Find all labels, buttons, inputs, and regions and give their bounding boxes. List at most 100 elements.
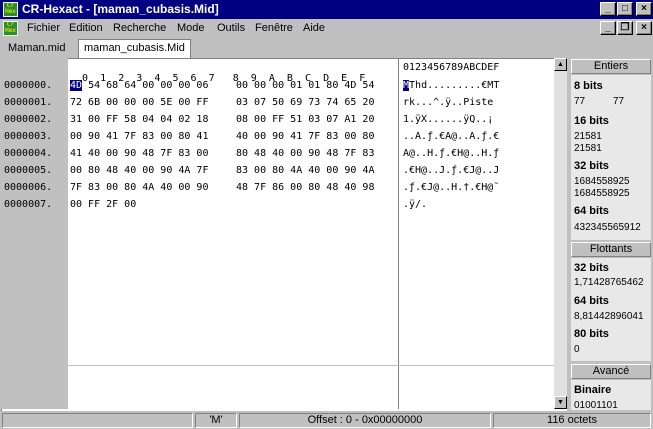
bits16-value-b: 21581: [574, 143, 602, 154]
flottants-header[interactable]: Flottants: [571, 242, 651, 257]
status-offset: Offset : 0 - 0x00000000: [239, 413, 491, 428]
close-button[interactable]: ×: [636, 2, 652, 16]
ascii-text[interactable]: Thd.........€MT: [409, 80, 499, 91]
hex-bytes[interactable]: 7F 83 00 80 4A 40 00 90: [70, 182, 208, 199]
ascii-text[interactable]: .ƒ.€J@..H.†.€H@˜: [403, 182, 499, 199]
row-address: 0000004.: [4, 148, 53, 159]
hex-bytes[interactable]: 00 00 00 01 01 80 4D 54: [236, 80, 374, 97]
window-title: CR-Hexact - [maman_cubasis.Mid]: [22, 2, 219, 16]
table-row[interactable]: 0000001.: [4, 97, 52, 114]
document-icon[interactable]: Cr Hex: [3, 21, 18, 36]
hex-rows: 0000000. 0000001. 0000002. 0000003. 0000…: [4, 80, 52, 216]
bits64-value: 432345565912: [574, 222, 641, 233]
table-row[interactable]: 0000004.: [4, 148, 52, 165]
row-address: 0000002.: [4, 114, 53, 125]
table-row[interactable]: 0000002.: [4, 114, 52, 131]
scroll-up-button[interactable]: ▲: [554, 58, 567, 71]
tab-maman-mid[interactable]: Maman.mid: [3, 40, 70, 57]
row-address: 0000001.: [4, 97, 53, 108]
table-row[interactable]: 0000007.: [4, 199, 52, 216]
bits32-value-a: 1684558925: [574, 176, 630, 187]
binaire-value: 01001101: [574, 400, 618, 410]
row-address: 0000006.: [4, 182, 53, 193]
bits8-value-a: 77: [574, 96, 586, 107]
hex-bytes-right[interactable]: 00 00 00 01 01 80 4D 54 03 07 50 69 73 7…: [236, 80, 374, 216]
hex-bytes[interactable]: 54 68 64 00 00 00 06: [82, 80, 208, 91]
table-row[interactable]: 0000000.: [4, 80, 52, 97]
hex-bytes[interactable]: 40 00 90 41 7F 83 00 80: [236, 131, 374, 148]
flottants-body: 32 bits 1,71428765462 64 bits 8,81442896…: [571, 258, 651, 361]
hex-bytes-left[interactable]: 4D 54 68 64 00 00 00 06 72 6B 00 00 00 5…: [70, 80, 208, 216]
hex-bytes[interactable]: [236, 199, 374, 216]
menu-recherche[interactable]: Recherche: [113, 22, 166, 34]
f80-label: 80 bits: [574, 328, 609, 340]
table-row[interactable]: 0000003.: [4, 131, 52, 148]
avance-body: Binaire 01001101: [571, 380, 651, 410]
hex-bytes[interactable]: 03 07 50 69 73 74 65 20: [236, 97, 374, 114]
ascii-text[interactable]: 1.ÿX......ÿQ..¡: [403, 114, 499, 131]
hex-bytes[interactable]: 00 90 41 7F 83 00 80 41: [70, 131, 208, 148]
menu-fichier[interactable]: Fichier: [27, 22, 60, 34]
maximize-button[interactable]: □: [617, 2, 633, 16]
bits8-label: 8 bits: [574, 80, 603, 92]
bits16-label: 16 bits: [574, 115, 609, 127]
menu-aide[interactable]: Aide: [303, 22, 325, 34]
status-mode: 'M': [195, 413, 237, 428]
hex-column-header: 0 1 2 3 4 5 6 7 8 9 A B C D E F: [82, 73, 366, 84]
ascii-column-header: 0123456789ABCDEF: [403, 62, 500, 73]
doc-close-button[interactable]: ×: [636, 21, 652, 35]
ascii-text[interactable]: .€H@..J.ƒ.€J@..J: [403, 165, 499, 182]
f64-value: 8,81442896041: [574, 311, 644, 322]
ascii-pane[interactable]: MThd.........€MT rk...^.ÿ..Piste 1.ÿX...…: [403, 80, 499, 216]
f32-label: 32 bits: [574, 262, 609, 274]
ascii-text[interactable]: rk...^.ÿ..Piste: [403, 97, 499, 114]
hex-ascii-divider: [398, 58, 399, 409]
bits32-value-b: 1684558925: [574, 188, 630, 199]
hex-bytes[interactable]: 00 80 48 40 00 90 4A 7F: [70, 165, 208, 182]
f64-label: 64 bits: [574, 295, 609, 307]
menu-outils[interactable]: Outils: [217, 22, 245, 34]
status-pane-empty: [2, 413, 193, 428]
app-icon[interactable]: Cr Hex: [3, 2, 18, 17]
row-address: 0000007.: [4, 199, 53, 210]
editor-bottom-divider: [68, 365, 554, 366]
avance-header[interactable]: Avancé: [571, 364, 651, 379]
f32-value: 1,71428765462: [574, 277, 644, 288]
row-address: 0000003.: [4, 131, 53, 142]
hex-bytes[interactable]: 08 00 FF 51 03 07 A1 20: [236, 114, 374, 131]
table-row[interactable]: 0000005.: [4, 165, 52, 182]
hex-bytes[interactable]: 41 40 00 90 48 7F 83 00: [70, 148, 208, 165]
hex-bytes[interactable]: 83 00 80 4A 40 00 90 4A: [236, 165, 374, 182]
tab-maman-cubasis[interactable]: maman_cubasis.Mid: [78, 39, 191, 59]
row-address: 0000005.: [4, 165, 53, 176]
ascii-text[interactable]: A@..H.ƒ.€H@..H.ƒ: [403, 148, 499, 165]
bits32-label: 32 bits: [574, 160, 609, 172]
status-size: 116 octets: [493, 413, 651, 428]
ascii-text[interactable]: ..A.ƒ.€A@..A.ƒ.€: [403, 131, 499, 148]
menu-mode[interactable]: Mode: [177, 22, 205, 34]
ascii-text[interactable]: .ÿ/.: [403, 199, 499, 216]
hex-bytes[interactable]: 80 48 40 00 90 48 7F 83: [236, 148, 374, 165]
binaire-label: Binaire: [574, 384, 612, 396]
scroll-down-button[interactable]: ▼: [554, 396, 567, 409]
menu-edition[interactable]: Edition: [69, 22, 103, 34]
entiers-body: 8 bits 77 77 16 bits 21581 21581 32 bits…: [571, 75, 651, 240]
minimize-button[interactable]: _: [600, 2, 616, 16]
hex-cursor[interactable]: 4D: [70, 80, 83, 91]
hex-bytes[interactable]: 00 FF 2F 00: [70, 199, 208, 216]
bits8-value-b: 77: [613, 96, 625, 107]
title-bar: Cr Hex CR-Hexact - [maman_cubasis.Mid] _…: [0, 0, 653, 19]
doc-minimize-button[interactable]: _: [600, 21, 616, 35]
row-address: 0000000.: [4, 80, 53, 91]
hex-bytes[interactable]: 31 00 FF 58 04 04 02 18: [70, 114, 208, 131]
info-panel: Entiers 8 bits 77 77 16 bits 21581 21581…: [569, 58, 653, 411]
table-row[interactable]: 0000006.: [4, 182, 52, 199]
doc-restore-button[interactable]: ❐: [617, 21, 633, 35]
bits64-label: 64 bits: [574, 205, 609, 217]
vertical-scrollbar[interactable]: ▲ ▼: [554, 58, 567, 409]
f80-value: 0: [574, 344, 580, 355]
hex-bytes[interactable]: 48 7F 86 00 80 48 40 98: [236, 182, 374, 199]
menu-fenetre[interactable]: Fenêtre: [255, 22, 293, 34]
hex-bytes[interactable]: 72 6B 00 00 00 5E 00 FF: [70, 97, 208, 114]
entiers-header[interactable]: Entiers: [571, 59, 651, 74]
